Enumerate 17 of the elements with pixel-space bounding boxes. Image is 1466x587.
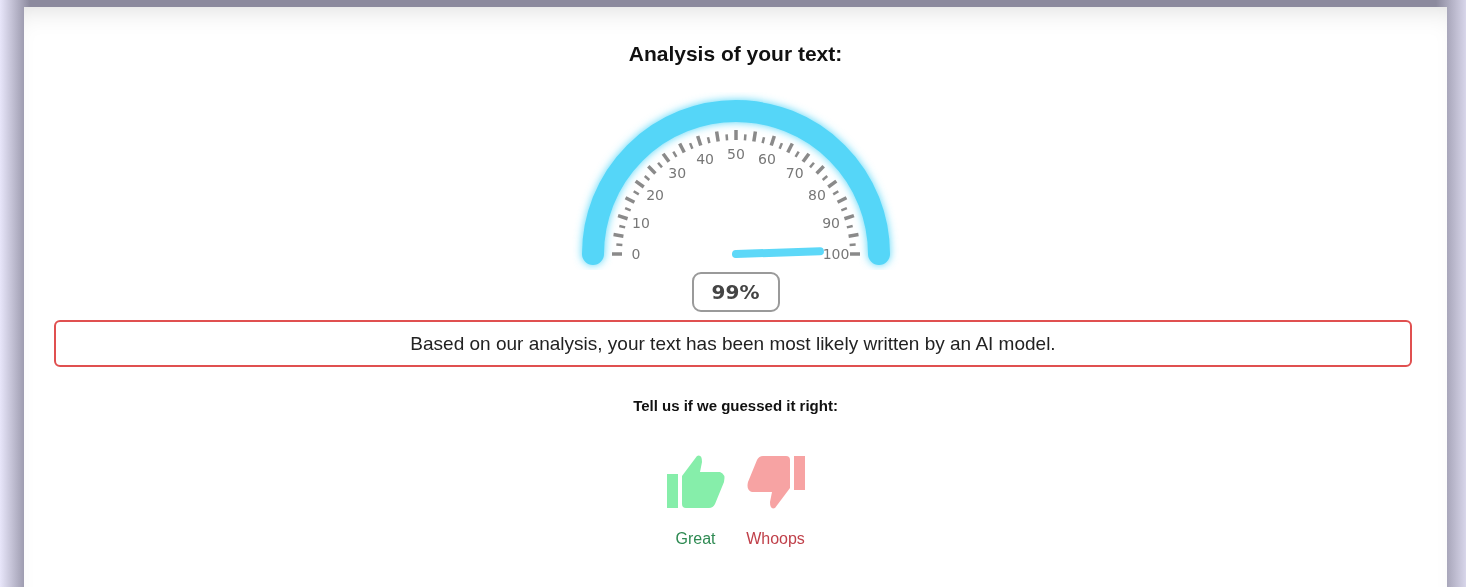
analysis-title: Analysis of your text: bbox=[628, 42, 843, 66]
gauge-tick-label: 50 bbox=[726, 146, 745, 162]
gauge-tick-label: 10 bbox=[631, 215, 650, 232]
gauge-tick-label: 30 bbox=[667, 165, 686, 182]
gauge-tick-label: 60 bbox=[757, 150, 776, 167]
feedback-prompt: Tell us if we guessed it right: bbox=[633, 397, 838, 414]
gauge-tick-label: 20 bbox=[645, 187, 664, 204]
gauge-tick-label: 70 bbox=[785, 165, 804, 182]
gauge-tick-label: 90 bbox=[821, 215, 840, 232]
great-button[interactable]: Great bbox=[662, 452, 729, 548]
gauge-tick-label: 40 bbox=[695, 150, 714, 167]
percentage-readout: 99% bbox=[691, 272, 780, 312]
gauge-tick-label: 100 bbox=[822, 246, 849, 262]
verdict-message: Based on our analysis, your text has been most likely written by an AI model. bbox=[54, 320, 1412, 367]
whoops-button[interactable]: Whoops bbox=[742, 452, 809, 548]
gauge-tick-label: 0 bbox=[631, 246, 640, 262]
gauge-tick-label: 80 bbox=[807, 187, 826, 204]
